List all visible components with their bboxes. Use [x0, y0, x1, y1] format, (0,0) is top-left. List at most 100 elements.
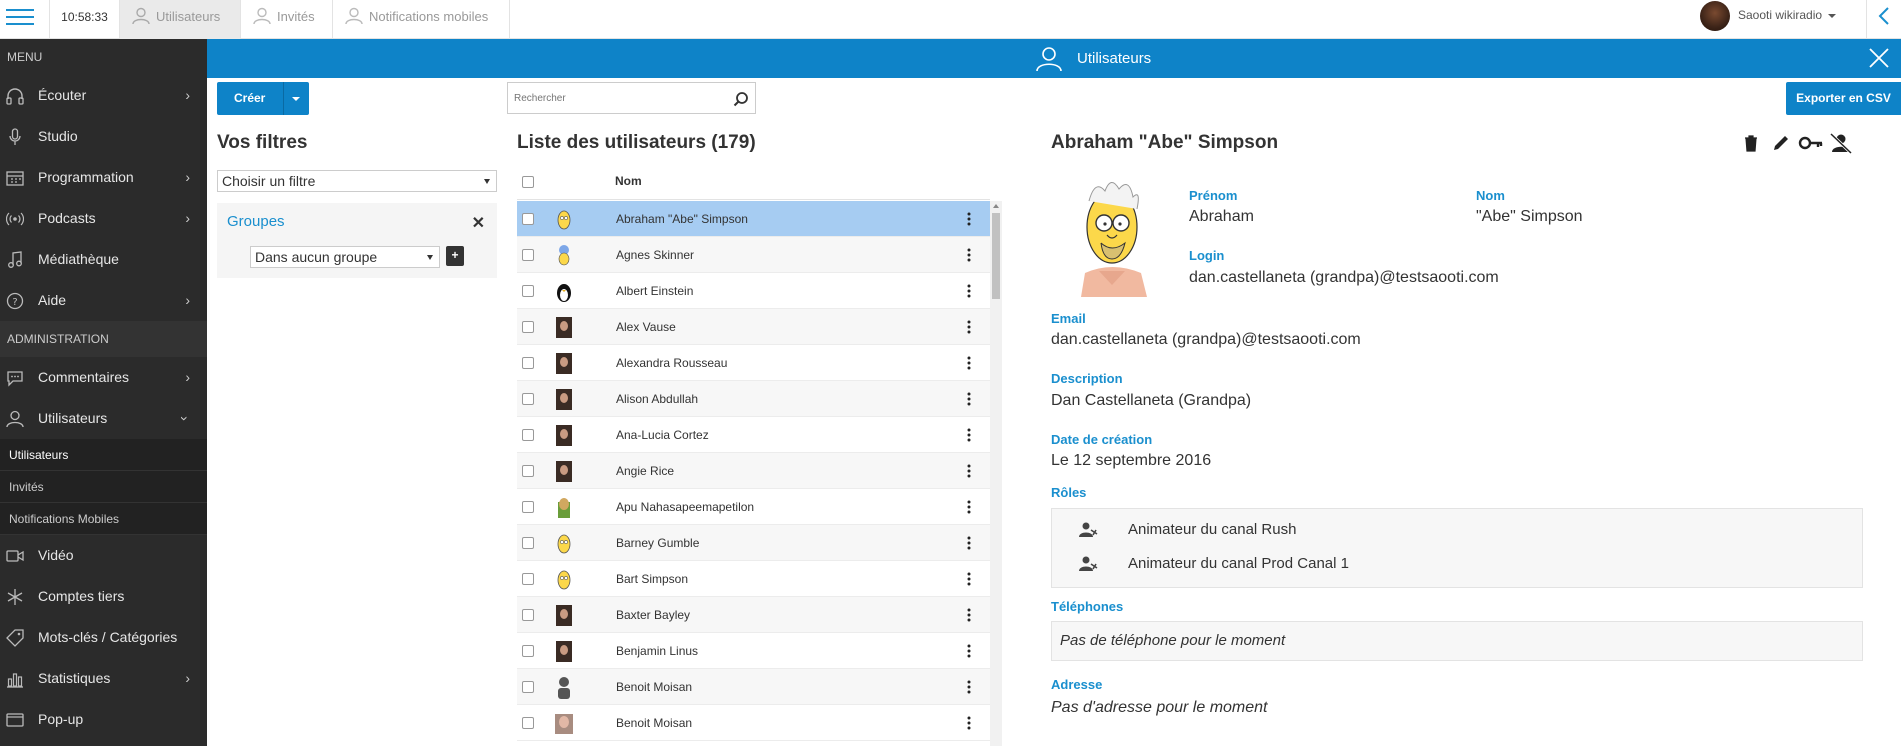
more-options-icon[interactable]	[967, 320, 971, 334]
sidebar-item-popup[interactable]: Pop-up	[0, 699, 207, 740]
sidebar-item-podcasts[interactable]: Podcasts ›	[0, 198, 207, 239]
sidebar-item-utilisateurs[interactable]: Utilisateurs ›	[0, 398, 207, 439]
sidebar-subitem-notifications-mobiles[interactable]: Notifications Mobiles	[0, 503, 207, 535]
row-checkbox[interactable]	[522, 681, 534, 693]
hamburger-menu-button[interactable]	[0, 0, 50, 39]
avatar	[556, 425, 572, 446]
block-user-icon[interactable]	[1829, 132, 1853, 154]
row-checkbox[interactable]	[522, 609, 534, 621]
collapse-panel-button[interactable]	[1866, 0, 1901, 39]
row-checkbox[interactable]	[522, 645, 534, 657]
more-options-icon[interactable]	[967, 428, 971, 442]
music-note-icon	[8, 251, 22, 268]
popup-icon	[6, 713, 24, 727]
scroll-up-icon[interactable]	[993, 204, 999, 208]
table-row[interactable]: Bart Simpson	[517, 561, 990, 597]
user-name: Benoit Moisan	[616, 716, 693, 730]
sidebar-item-comptes-tiers[interactable]: Comptes tiers	[0, 576, 207, 617]
table-row[interactable]: Benoit Moisan	[517, 669, 990, 705]
row-checkbox[interactable]	[522, 717, 534, 729]
table-row[interactable]: Apu Nahasapeemapetilon	[517, 489, 990, 525]
table-row[interactable]: Angie Rice	[517, 453, 990, 489]
created-date-value: Le 12 septembre 2016	[1051, 452, 1212, 469]
sidebar-item-ecouter[interactable]: Écouter ›	[0, 75, 207, 116]
avatar	[555, 714, 573, 734]
microphone-icon	[9, 128, 21, 145]
table-row[interactable]: Alison Abdullah	[517, 381, 990, 417]
sidebar-item-aide[interactable]: ? Aide ›	[0, 280, 207, 321]
search-icon[interactable]	[733, 91, 749, 107]
filter-select[interactable]: Choisir un filtre	[217, 170, 497, 192]
key-icon[interactable]	[1798, 132, 1824, 154]
group-select-value: Dans aucun groupe	[255, 249, 378, 265]
more-options-icon[interactable]	[967, 536, 971, 550]
row-checkbox[interactable]	[522, 501, 534, 513]
more-options-icon[interactable]	[967, 392, 971, 406]
more-options-icon[interactable]	[967, 248, 971, 262]
create-button[interactable]: Créer	[217, 82, 309, 115]
more-options-icon[interactable]	[967, 716, 971, 730]
row-checkbox[interactable]	[522, 537, 534, 549]
sidebar-subitem-utilisateurs[interactable]: Utilisateurs	[0, 439, 207, 471]
more-options-icon[interactable]	[967, 212, 971, 226]
more-options-icon[interactable]	[967, 572, 971, 586]
scrollbar-thumb[interactable]	[992, 213, 1000, 299]
group-select[interactable]: Dans aucun groupe	[250, 246, 440, 268]
list-scrollbar[interactable]	[990, 201, 1002, 746]
row-checkbox[interactable]	[522, 213, 534, 225]
top-bar: 10:58:33 Utilisateurs Invités Notificati…	[0, 0, 1901, 39]
table-row[interactable]: Barney Gumble	[517, 525, 990, 561]
row-checkbox[interactable]	[522, 285, 534, 297]
more-options-icon[interactable]	[967, 464, 971, 478]
sidebar-subitem-invites[interactable]: Invités	[0, 471, 207, 503]
more-options-icon[interactable]	[967, 644, 971, 658]
row-checkbox[interactable]	[522, 249, 534, 261]
created-date-label: Date de création	[1051, 432, 1153, 447]
more-options-icon[interactable]	[967, 500, 971, 514]
tab-utilisateurs[interactable]: Utilisateurs	[120, 0, 241, 39]
select-all-checkbox[interactable]	[522, 176, 534, 188]
table-row[interactable]: Agnes Skinner	[517, 237, 990, 273]
sidebar-item-mediatheque[interactable]: Médiathèque	[0, 239, 207, 280]
table-row[interactable]: Abraham "Abe" Simpson	[517, 201, 990, 237]
more-options-icon[interactable]	[967, 608, 971, 622]
table-row[interactable]: Ana-Lucia Cortez	[517, 417, 990, 453]
sidebar-item-commentaires[interactable]: Commentaires ›	[0, 357, 207, 398]
tab-label: Invités	[277, 9, 315, 24]
delete-icon[interactable]	[1740, 132, 1762, 154]
add-group-button[interactable]: +	[446, 246, 464, 266]
row-checkbox[interactable]	[522, 573, 534, 585]
table-row[interactable]: Alex Vause	[517, 309, 990, 345]
more-options-icon[interactable]	[967, 356, 971, 370]
sidebar-item-studio[interactable]: Studio	[0, 116, 207, 157]
tab-invites[interactable]: Invités	[241, 0, 333, 39]
search-input[interactable]	[508, 83, 728, 113]
sidebar-item-statistiques[interactable]: Statistiques ›	[0, 658, 207, 699]
table-row[interactable]: Benoit Moisan	[517, 705, 990, 741]
row-checkbox[interactable]	[522, 465, 534, 477]
export-csv-button[interactable]: Exporter en CSV	[1786, 82, 1901, 115]
row-checkbox[interactable]	[522, 357, 534, 369]
caret-down-icon[interactable]	[292, 97, 300, 101]
tab-notifications-mobiles[interactable]: Notifications mobiles	[333, 0, 510, 39]
avatar	[558, 245, 570, 266]
remove-filter-icon[interactable]: ✕	[472, 213, 485, 233]
sidebar-item-video[interactable]: Vidéo	[0, 535, 207, 576]
table-row[interactable]: Alexandra Rousseau	[517, 345, 990, 381]
avatar	[556, 641, 572, 662]
sidebar-item-mots-cles[interactable]: Mots-clés / Catégories	[0, 617, 207, 658]
close-icon[interactable]	[1867, 46, 1891, 70]
row-checkbox[interactable]	[522, 393, 534, 405]
table-row[interactable]: Albert Einstein	[517, 273, 990, 309]
video-icon	[6, 550, 24, 562]
row-checkbox[interactable]	[522, 429, 534, 441]
column-header-name[interactable]: Nom	[615, 174, 642, 188]
table-row[interactable]: Benjamin Linus	[517, 633, 990, 669]
edit-icon[interactable]	[1770, 132, 1792, 154]
more-options-icon[interactable]	[967, 680, 971, 694]
sidebar-item-programmation[interactable]: Programmation ›	[0, 157, 207, 198]
table-row[interactable]: Baxter Bayley	[517, 597, 990, 633]
more-options-icon[interactable]	[967, 284, 971, 298]
row-checkbox[interactable]	[522, 321, 534, 333]
login-value: dan.castellaneta (grandpa)@testsaooti.co…	[1189, 269, 1499, 286]
